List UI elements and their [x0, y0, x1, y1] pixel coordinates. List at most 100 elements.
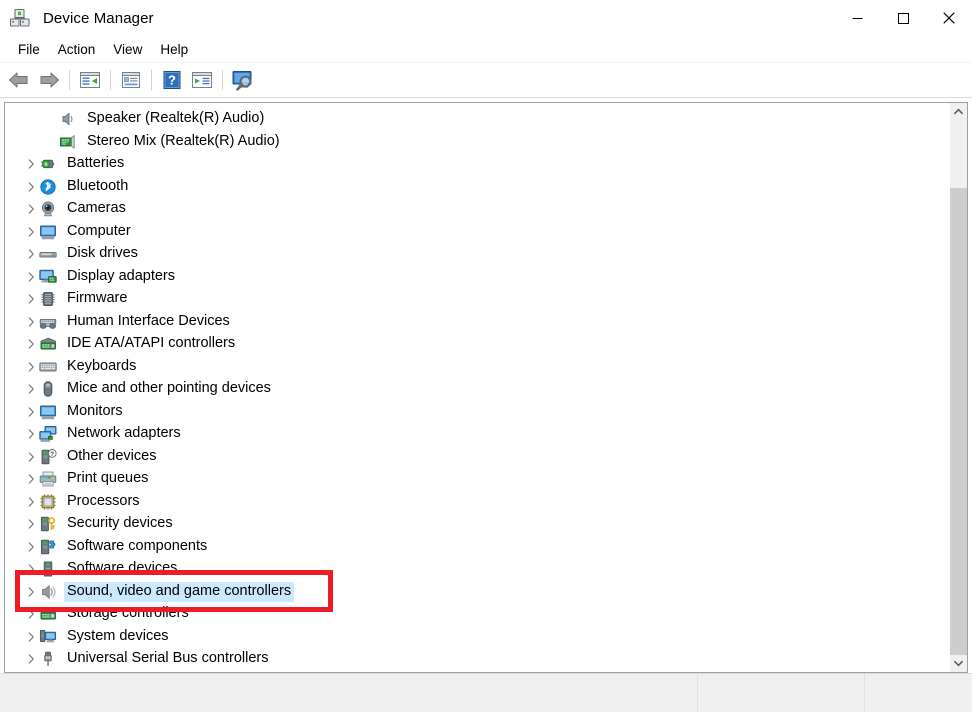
scroll-down-button[interactable]: [950, 655, 967, 672]
expand-chevron-icon[interactable]: [23, 182, 39, 192]
monitor-icon: [39, 403, 57, 421]
tree-row[interactable]: Bluetooth: [5, 176, 949, 199]
printer-icon: [39, 470, 57, 488]
expand-chevron-icon[interactable]: [23, 249, 39, 259]
toolbar-separator-1: [69, 70, 70, 90]
show-hide-console-tree-icon[interactable]: [75, 66, 105, 94]
expand-chevron-icon[interactable]: [23, 609, 39, 619]
tree-row[interactable]: Monitors: [5, 401, 949, 424]
device-tree[interactable]: Speaker (Realtek(R) Audio)Stereo Mix (Re…: [5, 103, 949, 672]
tree-row[interactable]: System devices: [5, 626, 949, 649]
tree-row[interactable]: Security devices: [5, 513, 949, 536]
tree-row[interactable]: Firmware: [5, 288, 949, 311]
expand-chevron-icon[interactable]: [23, 587, 39, 597]
tree-row[interactable]: Keyboards: [5, 356, 949, 379]
expand-chevron-icon[interactable]: [23, 407, 39, 417]
expand-chevron-icon[interactable]: [23, 317, 39, 327]
maximize-button[interactable]: [880, 0, 926, 36]
tree-row[interactable]: ?Other devices: [5, 446, 949, 469]
close-button[interactable]: [926, 0, 972, 36]
tree-row[interactable]: Storage controllers: [5, 603, 949, 626]
forward-arrow-icon[interactable]: [34, 66, 64, 94]
expand-chevron-icon[interactable]: [23, 429, 39, 439]
help-icon[interactable]: ?: [157, 66, 187, 94]
usb-icon: [39, 650, 57, 668]
battery-icon: [39, 155, 57, 173]
properties-icon[interactable]: [116, 66, 146, 94]
expand-chevron-icon[interactable]: [23, 497, 39, 507]
tree-row-label: IDE ATA/ATAPI controllers: [64, 334, 238, 354]
tree-row[interactable]: Cameras: [5, 198, 949, 221]
window-title: Device Manager: [43, 10, 154, 27]
menu-file[interactable]: File: [9, 39, 49, 60]
scan-for-hardware-changes-icon[interactable]: [228, 66, 258, 94]
expand-chevron-icon[interactable]: [23, 159, 39, 169]
menu-action[interactable]: Action: [49, 39, 105, 60]
maximize-icon: [898, 13, 909, 24]
tree-row-label: Software devices: [64, 559, 180, 579]
back-arrow-icon[interactable]: [4, 66, 34, 94]
tree-row-label: Universal Serial Bus controllers: [64, 649, 271, 669]
tree-row[interactable]: Speaker (Realtek(R) Audio): [5, 108, 949, 131]
processor-icon: [39, 493, 57, 511]
expand-chevron-icon[interactable]: [23, 339, 39, 349]
tree-row[interactable]: Disk drives: [5, 243, 949, 266]
tree-row[interactable]: Human Interface Devices: [5, 311, 949, 334]
expand-chevron-icon[interactable]: [23, 654, 39, 664]
device-manager-icon: [9, 7, 31, 29]
toolbar-separator-4: [222, 70, 223, 90]
storage-controller-icon: [39, 605, 57, 623]
menu-bar: File Action View Help: [0, 36, 972, 63]
expand-chevron-icon[interactable]: [23, 542, 39, 552]
tree-row[interactable]: Display adapters: [5, 266, 949, 289]
scroll-up-button[interactable]: [950, 103, 967, 120]
tree-row[interactable]: Sound, video and game controllers: [5, 581, 949, 604]
menu-view[interactable]: View: [104, 39, 151, 60]
hid-icon: [39, 313, 57, 331]
expand-chevron-icon[interactable]: [23, 564, 39, 574]
status-pane-1: [0, 674, 697, 712]
scrollbar-track[interactable]: [950, 120, 967, 655]
tree-row[interactable]: Stereo Mix (Realtek(R) Audio): [5, 131, 949, 154]
security-device-icon: [39, 515, 57, 533]
close-icon: [943, 12, 955, 24]
mouse-icon: [39, 380, 57, 398]
svg-text:?: ?: [50, 452, 54, 458]
expand-chevron-icon[interactable]: [23, 362, 39, 372]
expand-chevron-icon[interactable]: [23, 452, 39, 462]
minimize-icon: [852, 13, 863, 24]
speaker-icon: [59, 110, 77, 128]
tree-row[interactable]: Mice and other pointing devices: [5, 378, 949, 401]
toolbar-separator-3: [151, 70, 152, 90]
menu-help[interactable]: Help: [151, 39, 197, 60]
device-tree-panel: Speaker (Realtek(R) Audio)Stereo Mix (Re…: [4, 102, 968, 673]
update-driver-icon[interactable]: [187, 66, 217, 94]
tree-row[interactable]: Software devices: [5, 558, 949, 581]
vertical-scrollbar[interactable]: [949, 103, 967, 672]
tree-row[interactable]: Network adapters: [5, 423, 949, 446]
expand-chevron-icon[interactable]: [23, 204, 39, 214]
tree-row[interactable]: Processors: [5, 491, 949, 514]
scrollbar-thumb[interactable]: [950, 188, 967, 655]
status-bar: [0, 673, 972, 712]
expand-chevron-icon[interactable]: [23, 474, 39, 484]
camera-icon: [39, 200, 57, 218]
expand-chevron-icon[interactable]: [23, 519, 39, 529]
tree-row[interactable]: Computer: [5, 221, 949, 244]
status-pane-2: [697, 674, 864, 712]
ide-controller-icon: [39, 335, 57, 353]
toolbar-separator-2: [110, 70, 111, 90]
expand-chevron-icon[interactable]: [23, 272, 39, 282]
tree-row[interactable]: Print queues: [5, 468, 949, 491]
tree-row[interactable]: Software components: [5, 536, 949, 559]
minimize-button[interactable]: [834, 0, 880, 36]
expand-chevron-icon[interactable]: [23, 632, 39, 642]
disk-drive-icon: [39, 245, 57, 263]
tree-row[interactable]: Universal Serial Bus controllers: [5, 648, 949, 671]
expand-chevron-icon[interactable]: [23, 384, 39, 394]
expand-chevron-icon[interactable]: [23, 294, 39, 304]
expand-chevron-icon[interactable]: [23, 227, 39, 237]
tree-row[interactable]: Batteries: [5, 153, 949, 176]
audio-card-icon: [59, 133, 77, 151]
tree-row[interactable]: IDE ATA/ATAPI controllers: [5, 333, 949, 356]
